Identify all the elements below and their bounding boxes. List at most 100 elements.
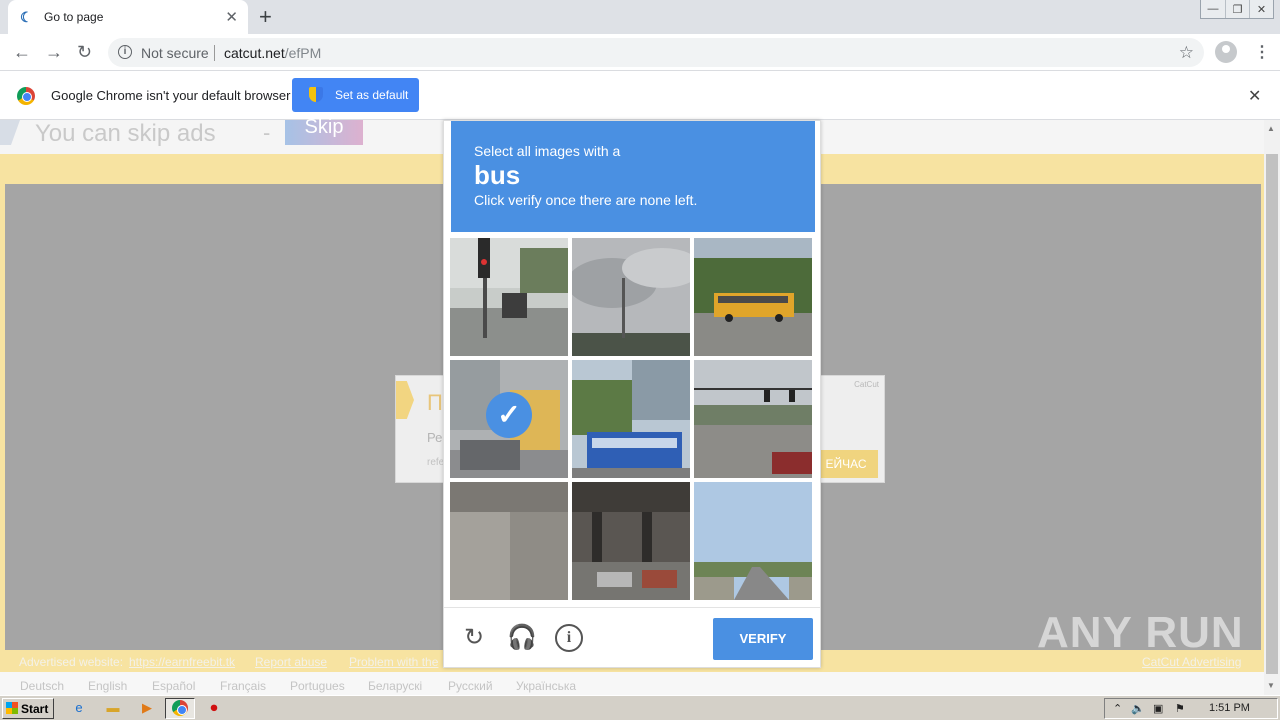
problem-link[interactable]: Problem with the — [349, 655, 438, 669]
ad-cta-button[interactable]: ЕЙЧАС — [814, 450, 878, 478]
lang-ukrainian[interactable]: Українська — [516, 679, 576, 693]
windows-logo-icon — [6, 702, 18, 714]
captcha-instruction: Select all images with a — [474, 143, 621, 159]
tile-selected-check-icon: ✓ — [486, 392, 532, 438]
lang-deutsch[interactable]: Deutsch — [20, 679, 64, 693]
media-player-icon[interactable]: ▶ — [138, 699, 156, 717]
report-abuse-link[interactable]: Report abuse — [255, 655, 327, 669]
captcha-tile-9[interactable] — [694, 482, 812, 600]
tile-9-image — [694, 482, 812, 600]
ad-title: П — [427, 390, 443, 415]
forward-arrow-icon[interactable]: → — [45, 42, 63, 63]
minimize-button[interactable]: — — [1201, 0, 1225, 18]
not-secure-label: Not secure — [141, 45, 209, 61]
lang-francais[interactable]: Français — [220, 679, 266, 693]
reload-icon[interactable]: ↻ — [77, 42, 92, 63]
reload-challenge-icon[interactable]: ↻ — [460, 624, 488, 652]
start-label: Start — [21, 702, 49, 716]
lang-russian[interactable]: Русский — [448, 679, 493, 693]
infobar-message: Google Chrome isn't your default browser — [51, 88, 291, 103]
opera-icon[interactable]: ⏺ — [205, 699, 223, 717]
flag-icon[interactable]: ⚑ — [1175, 702, 1185, 715]
advertised-link[interactable]: https://earnfreebit.tk — [129, 655, 235, 669]
tab-go-to-page[interactable]: ☾ Go to page ✕ — [8, 0, 248, 34]
captcha-header: Select all images with a bus Click verif… — [451, 121, 815, 232]
verify-button[interactable]: VERIFY — [713, 618, 813, 660]
tile-8-image — [572, 482, 690, 600]
skip-ads-text: You can skip ads — [35, 120, 216, 147]
skip-button[interactable]: Skip — [285, 117, 363, 145]
ad-brand: CatCut — [854, 380, 879, 389]
chrome-taskbar-icon — [172, 700, 188, 716]
url-separator — [214, 45, 215, 61]
scroll-thumb[interactable] — [1266, 154, 1278, 674]
tile-3-image — [694, 238, 812, 356]
captcha-tile-3[interactable] — [694, 238, 812, 356]
scroll-down-icon[interactable]: ▼ — [1267, 681, 1275, 690]
tile-7-image — [450, 482, 568, 600]
captcha-hint: Click verify once there are none left. — [474, 192, 698, 208]
ad-flag — [396, 381, 414, 419]
captcha-challenge: Select all images with a bus Click verif… — [443, 120, 821, 668]
page-scrollbar[interactable]: ▲ ▼ — [1264, 120, 1280, 695]
lang-portugues[interactable]: Portugues — [290, 679, 345, 693]
captcha-tile-1[interactable] — [450, 238, 568, 356]
captcha-tile-7[interactable] — [450, 482, 568, 600]
language-bar: Deutsch English Español Français Portugu… — [0, 672, 1264, 695]
infobar-close-icon[interactable]: ✕ — [1248, 86, 1261, 106]
chrome-menu-icon[interactable]: ⋮ — [1254, 42, 1270, 62]
skip-bar-arrow — [0, 120, 20, 145]
bookmark-star-icon[interactable]: ☆ — [1179, 43, 1194, 63]
address-bar[interactable]: i Not secure catcut.net/efPM ☆ — [108, 38, 1204, 67]
tab-strip: ☾ Go to page ✕ + — ❐ ✕ — [0, 0, 1280, 34]
url-text: catcut.net/efPM — [224, 45, 321, 61]
close-window-button[interactable]: ✕ — [1249, 0, 1273, 18]
captcha-tile-4[interactable]: ✓ — [450, 360, 568, 478]
profile-avatar-icon[interactable] — [1215, 41, 1237, 63]
info-icon[interactable]: i — [118, 45, 132, 59]
lang-english[interactable]: English — [88, 679, 127, 693]
maximize-button[interactable]: ❐ — [1225, 0, 1249, 18]
new-tab-button[interactable]: + — [259, 4, 272, 30]
clock[interactable]: 1:51 PM — [1209, 702, 1250, 714]
tile-1-image — [450, 238, 568, 356]
captcha-tile-5[interactable] — [572, 360, 690, 478]
chrome-taskbar-button[interactable] — [165, 698, 195, 719]
lang-espanol[interactable]: Español — [152, 679, 195, 693]
set-as-default-label: Set as default — [335, 88, 409, 102]
browser-toolbar: ← → ↻ i Not secure catcut.net/efPM ☆ — [0, 34, 1280, 71]
start-button[interactable]: Start — [2, 698, 54, 719]
tab-title: Go to page — [44, 10, 104, 24]
tile-6-image — [694, 360, 812, 478]
captcha-footer: ↻ 🎧 i VERIFY — [444, 607, 820, 667]
internet-explorer-icon[interactable]: e — [70, 699, 88, 717]
file-explorer-icon[interactable]: ▬ — [104, 699, 122, 717]
chrome-logo-icon — [17, 87, 35, 105]
captcha-tile-6[interactable] — [694, 360, 812, 478]
audio-challenge-icon[interactable]: 🎧 — [507, 624, 537, 652]
tile-2-image — [572, 238, 690, 356]
url-path: /efPM — [284, 45, 322, 61]
advertised-label: Advertised website: — [19, 655, 124, 669]
scroll-up-icon[interactable]: ▲ — [1267, 124, 1275, 133]
tray-expand-icon[interactable]: ⌃ — [1113, 702, 1122, 715]
back-arrow-icon[interactable]: ← — [13, 42, 31, 63]
window-controls: — ❐ ✕ — [1200, 0, 1274, 19]
set-as-default-button[interactable]: Set as default — [292, 78, 419, 112]
network-icon[interactable]: ▣ — [1153, 702, 1163, 715]
system-tray: ⌃ 🔈 ▣ ⚑ 1:51 PM — [1104, 698, 1278, 719]
tile-5-image — [572, 360, 690, 478]
help-info-icon[interactable]: i — [555, 624, 583, 652]
tab-close-icon[interactable]: ✕ — [225, 8, 238, 26]
shield-icon — [309, 87, 323, 102]
captcha-target: bus — [474, 160, 521, 190]
captcha-tile-8[interactable] — [572, 482, 690, 600]
ad-subtitle: Ре — [427, 430, 443, 445]
lang-belarusian[interactable]: Беларускі — [368, 679, 422, 693]
catcut-favicon-icon: ☾ — [20, 9, 33, 25]
default-browser-infobar: Google Chrome isn't your default browser… — [0, 71, 1280, 120]
anyrun-watermark: ANY RUN — [1037, 608, 1244, 657]
volume-icon[interactable]: 🔈 — [1131, 702, 1145, 715]
ad-ref: refe — [427, 457, 445, 468]
captcha-tile-2[interactable] — [572, 238, 690, 356]
